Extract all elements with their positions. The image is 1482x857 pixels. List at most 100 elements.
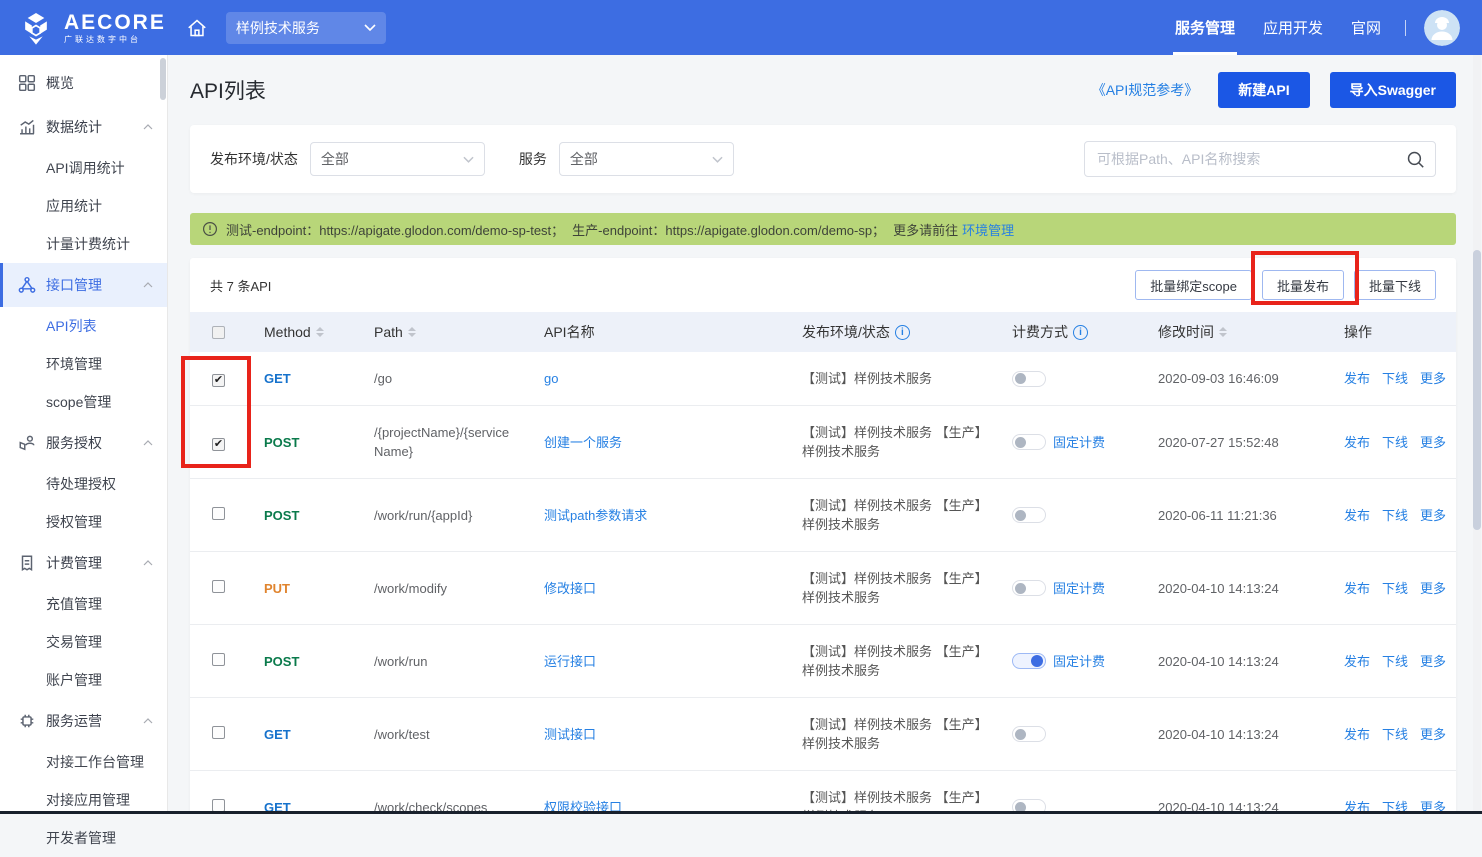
billing-toggle[interactable]: [1012, 580, 1046, 596]
method-cell: POST: [252, 635, 362, 688]
sidebar-group-api-manage[interactable]: 接口管理: [0, 263, 167, 307]
offline-link[interactable]: 下线: [1382, 652, 1408, 671]
billing-toggle[interactable]: [1012, 726, 1046, 742]
sidebar-group-service-ops[interactable]: 服务运营: [0, 699, 167, 743]
billing-toggle[interactable]: [1012, 653, 1046, 669]
offline-link[interactable]: 下线: [1382, 579, 1408, 598]
modified-time-cell: 2020-04-10 14:13:24: [1146, 562, 1332, 615]
sidebar-scrollbar-thumb[interactable]: [160, 58, 166, 100]
nav-app-development[interactable]: 应用开发: [1263, 0, 1323, 55]
table-row: GET/work/check/scopes权限校验接口【测试】样例技术服务 【生…: [190, 771, 1456, 814]
column-path[interactable]: Path: [362, 324, 532, 340]
select-all-checkbox[interactable]: [212, 326, 225, 339]
row-checkbox[interactable]: ✔: [212, 374, 225, 387]
publish-link[interactable]: 发布: [1344, 506, 1370, 525]
offline-link[interactable]: 下线: [1382, 369, 1408, 388]
sidebar-group-service-auth[interactable]: 服务授权: [0, 421, 167, 465]
api-name-link[interactable]: go: [544, 371, 558, 386]
more-link[interactable]: 更多: [1420, 506, 1446, 525]
path-cell: /work/test: [362, 708, 532, 761]
home-icon[interactable]: [186, 17, 208, 39]
table-toolbar: 共 7 条API 批量绑定scope批量发布批量下线: [190, 258, 1456, 312]
api-spec-reference-link[interactable]: 《API规范参考》: [1092, 80, 1199, 100]
sidebar-item-overview[interactable]: 概览: [0, 61, 167, 105]
row-checkbox[interactable]: [212, 580, 225, 593]
billing-toggle[interactable]: [1012, 371, 1046, 387]
info-icon[interactable]: i: [895, 325, 910, 340]
publish-link[interactable]: 发布: [1344, 433, 1370, 452]
publish-link[interactable]: 发布: [1344, 652, 1370, 671]
notice-test-endpoint: 测试-endpoint：https://apigate.glodon.com/d…: [226, 220, 564, 239]
row-checkbox[interactable]: [212, 653, 225, 666]
toggle-knob: [1015, 437, 1026, 448]
method-cell: POST: [252, 416, 362, 469]
sidebar-item-auth-manage[interactable]: 授权管理: [0, 503, 167, 541]
more-link[interactable]: 更多: [1420, 579, 1446, 598]
offline-link[interactable]: 下线: [1382, 506, 1408, 525]
sidebar-item-pending-auth[interactable]: 待处理授权: [0, 465, 167, 503]
create-api-button[interactable]: 新建API: [1218, 72, 1309, 108]
table-row: ✔GET/gogo【测试】样例技术服务2020-09-03 16:46:09发布…: [190, 352, 1456, 406]
batch-offline-button[interactable]: 批量下线: [1354, 270, 1436, 300]
service-select[interactable]: 全部: [559, 142, 734, 176]
billing-cell: [1000, 782, 1146, 814]
column-modified-time[interactable]: 修改时间: [1146, 322, 1332, 342]
sidebar-group-data-stats[interactable]: 数据统计: [0, 105, 167, 149]
row-checkbox[interactable]: ✔: [212, 438, 225, 451]
info-icon[interactable]: i: [1073, 325, 1088, 340]
env-status-cell: 【测试】样例技术服务 【生产】样例技术服务: [790, 552, 1000, 624]
sidebar-item-developer-manage[interactable]: 开发者管理: [0, 819, 167, 857]
sidebar-item-scope-manage[interactable]: scope管理: [0, 383, 167, 421]
nav-service-management[interactable]: 服务管理: [1175, 0, 1235, 55]
api-name-link[interactable]: 运行接口: [544, 654, 596, 669]
offline-link[interactable]: 下线: [1382, 725, 1408, 744]
actions-cell: 发布下线更多: [1332, 635, 1460, 688]
billing-cell: 固定计费: [1000, 416, 1146, 469]
sidebar-group-billing-manage[interactable]: 计费管理: [0, 541, 167, 585]
api-name-link[interactable]: 测试接口: [544, 727, 596, 742]
batch-bind-scope-button[interactable]: 批量绑定scope: [1135, 270, 1252, 300]
sidebar-item-app-stats[interactable]: 应用统计: [0, 187, 167, 225]
sidebar-item-api-list[interactable]: API列表: [0, 307, 167, 345]
api-name-link[interactable]: 测试path参数请求: [544, 508, 647, 523]
sidebar-item-workbench-manage[interactable]: 对接工作台管理: [0, 743, 167, 781]
service-selector-dropdown[interactable]: 样例技术服务: [226, 12, 386, 44]
path-cell: /work/run/{appId}: [362, 489, 532, 542]
more-link[interactable]: 更多: [1420, 652, 1446, 671]
row-checkbox[interactable]: [212, 507, 225, 520]
publish-link[interactable]: 发布: [1344, 579, 1370, 598]
nav-official-site[interactable]: 官网: [1351, 0, 1381, 55]
env-status-select[interactable]: 全部: [310, 142, 485, 176]
sidebar-item-api-call-stats[interactable]: API调用统计: [0, 149, 167, 187]
search-icon[interactable]: [1406, 150, 1425, 169]
batch-publish-button[interactable]: 批量发布: [1262, 270, 1344, 300]
user-avatar[interactable]: [1424, 10, 1460, 46]
api-name-link[interactable]: 修改接口: [544, 581, 596, 596]
actions-cell: 发布下线更多: [1332, 489, 1460, 542]
service-selector-value: 样例技术服务: [236, 18, 364, 38]
row-checkbox[interactable]: [212, 726, 225, 739]
env-manage-link[interactable]: 环境管理: [962, 220, 1014, 239]
offline-link[interactable]: 下线: [1382, 433, 1408, 452]
sidebar-item-metering-stats[interactable]: 计量计费统计: [0, 225, 167, 263]
actions-cell: 发布下线更多: [1332, 352, 1460, 405]
import-swagger-button[interactable]: 导入Swagger: [1330, 72, 1456, 108]
more-link[interactable]: 更多: [1420, 725, 1446, 744]
publish-link[interactable]: 发布: [1344, 725, 1370, 744]
sidebar-item-env-manage[interactable]: 环境管理: [0, 345, 167, 383]
billing-toggle[interactable]: [1012, 434, 1046, 450]
sidebar-item-account-manage[interactable]: 账户管理: [0, 661, 167, 699]
sidebar-item-transaction-manage[interactable]: 交易管理: [0, 623, 167, 661]
column-method[interactable]: Method: [252, 324, 362, 340]
billing-toggle[interactable]: [1012, 507, 1046, 523]
billing-cell: 固定计费: [1000, 562, 1146, 615]
more-link[interactable]: 更多: [1420, 433, 1446, 452]
row-checkbox[interactable]: [212, 799, 225, 812]
publish-link[interactable]: 发布: [1344, 369, 1370, 388]
exclamation-circle-icon: [202, 221, 218, 237]
api-name-link[interactable]: 创建一个服务: [544, 435, 622, 450]
main-scrollbar-thumb[interactable]: [1473, 250, 1481, 530]
search-input[interactable]: [1097, 151, 1406, 167]
more-link[interactable]: 更多: [1420, 369, 1446, 388]
sidebar-item-recharge-manage[interactable]: 充值管理: [0, 585, 167, 623]
